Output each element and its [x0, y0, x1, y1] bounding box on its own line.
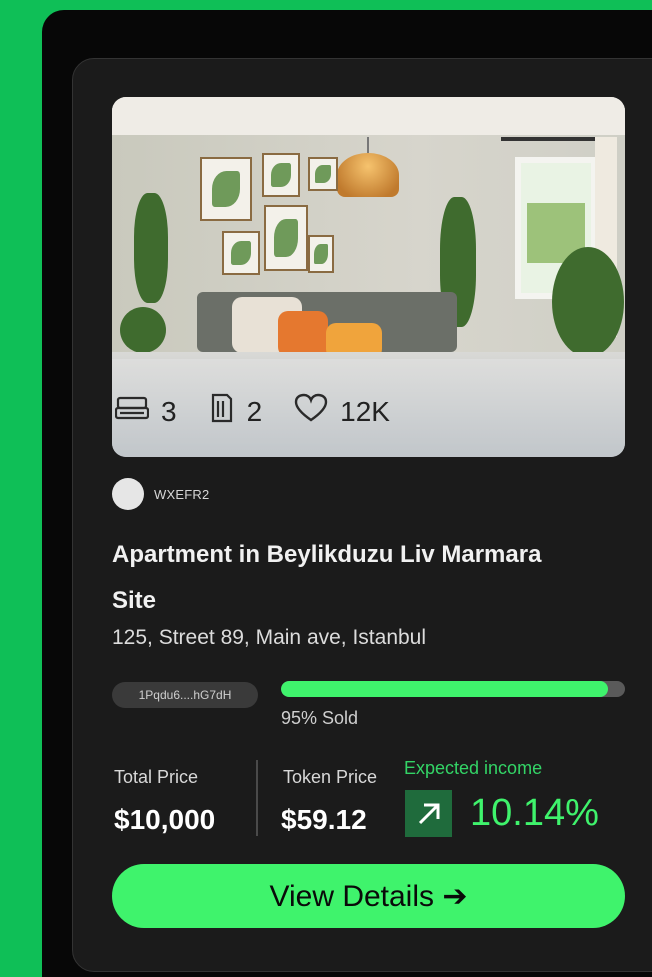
baths-stat: 2 — [209, 393, 263, 430]
heart-icon[interactable] — [294, 393, 340, 430]
photo-frame — [222, 231, 260, 275]
owner-code: WXEFR2 — [154, 486, 210, 502]
photo-frame — [262, 153, 300, 197]
sold-text: 95% Sold — [281, 708, 359, 728]
photo-ceiling — [112, 97, 625, 135]
likes-count: 12K — [340, 395, 390, 427]
photo-frame — [308, 157, 338, 191]
expected-income-label: Expected income — [404, 758, 543, 778]
photo-frame — [264, 205, 308, 271]
property-stats: 3 2 12K — [114, 393, 422, 430]
photo-pillow — [278, 311, 328, 357]
photo-hanging-plant — [134, 193, 168, 303]
token-hash-badge[interactable]: 1Pqdu6....hG7dH — [112, 682, 258, 708]
bed-icon — [114, 394, 161, 429]
photo-lamp — [337, 137, 399, 197]
owner-row[interactable]: WXEFR2 — [112, 478, 209, 510]
beds-count: 3 — [161, 395, 177, 427]
avatar[interactable] — [112, 478, 144, 510]
likes-stat[interactable]: 12K — [294, 393, 390, 430]
photo-frame — [308, 235, 334, 273]
property-address: 125, Street 89, Main ave, Istanbul — [112, 626, 427, 649]
total-price-label: Total Price — [114, 767, 199, 787]
view-details-button[interactable]: View Details ➔ — [112, 864, 625, 928]
price-divider — [256, 760, 258, 836]
expected-income-value: 10.14% — [470, 792, 599, 834]
trend-up-icon — [405, 790, 452, 837]
photo-floor-plant — [552, 247, 624, 357]
beds-stat: 3 — [114, 394, 177, 429]
token-price-label: Token Price — [283, 767, 378, 787]
bath-icon — [209, 393, 247, 430]
sold-progress-fill — [281, 681, 608, 697]
photo-frame — [200, 157, 252, 221]
property-title: Apartment in Beylikduzu Liv Marmara Site — [112, 541, 542, 614]
total-price-value: $10,000 — [114, 804, 216, 835]
token-price-value: $59.12 — [281, 804, 367, 835]
baths-count: 2 — [246, 395, 263, 427]
sold-progress-bar — [281, 681, 625, 697]
photo-small-plant — [120, 307, 166, 353]
